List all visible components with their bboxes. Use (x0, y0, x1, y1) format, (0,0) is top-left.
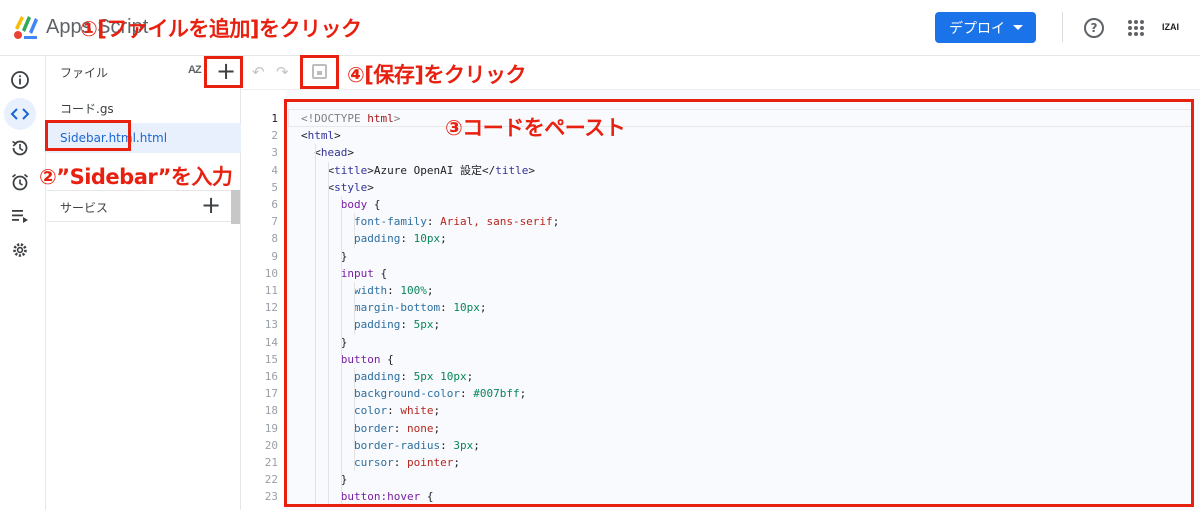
annotation-box-filename (45, 120, 131, 151)
redo-icon[interactable]: ↷ (276, 63, 289, 81)
annotation-box-save (300, 55, 339, 89)
rail-item-executions[interactable] (4, 200, 36, 232)
line-number-gutter: 1 2 3 4 5 6 7 8 9 10 11 12 13 14 15 16 17 18 19 20 21 22 23 (242, 90, 286, 510)
annotation-box-add-file (204, 56, 243, 88)
line-number: 4 (271, 163, 278, 177)
alarm-icon (11, 173, 29, 191)
file-item-label: コード.gs (60, 101, 114, 116)
deploy-button-label: デプロイ (949, 20, 1005, 37)
rail-item-history[interactable] (4, 132, 36, 164)
history-icon (12, 140, 28, 156)
chevron-down-icon (1013, 25, 1023, 30)
left-rail (0, 56, 46, 510)
annotation-step3: ③コードをペースト (445, 116, 626, 140)
annotation-step2: ②”Sidebar”を入力 (39, 165, 233, 189)
line-number: 16 (264, 370, 278, 383)
line-number: 7 (271, 215, 278, 229)
line-number: 8 (271, 232, 278, 246)
line-number: 21 (264, 456, 278, 469)
rail-item-overview[interactable] (4, 64, 36, 96)
account-badge[interactable]: IZAI (1162, 22, 1179, 32)
line-number: 6 (271, 198, 278, 211)
line-number: 9 (271, 249, 278, 263)
rail-item-triggers[interactable] (4, 166, 36, 198)
line-number: 19 (264, 421, 278, 435)
line-number: 12 (264, 301, 278, 315)
files-scrollbar[interactable] (231, 190, 240, 224)
apps-grid-icon[interactable] (1128, 20, 1144, 36)
apps-script-logo-icon (14, 16, 38, 39)
file-item-code-gs[interactable]: コード.gs (47, 93, 241, 123)
services-section: サービス + (47, 190, 241, 222)
annotation-step1: ①[ファイルを追加]をクリック (80, 17, 362, 41)
line-number: 1 (271, 112, 278, 125)
services-title: サービス (60, 201, 109, 215)
rail-item-editor[interactable] (4, 98, 36, 130)
line-number: 11 (264, 284, 278, 297)
line-number: 22 (264, 473, 278, 487)
annotation-box-code (284, 99, 1194, 507)
line-number: 5 (271, 180, 278, 194)
annotation-step4: ④[保存]をクリック (347, 63, 526, 87)
info-icon (11, 71, 29, 89)
rail-item-settings[interactable] (4, 234, 36, 266)
line-number: 15 (264, 352, 278, 366)
help-icon[interactable]: ? (1084, 18, 1104, 38)
add-service-button[interactable]: + (199, 193, 223, 219)
line-number: 17 (264, 387, 278, 401)
deploy-button[interactable]: デプロイ (935, 12, 1036, 43)
line-number: 18 (264, 404, 278, 418)
line-number: 23 (264, 490, 278, 504)
code-icon (10, 108, 30, 120)
settings-icon (13, 243, 27, 257)
executions-icon (12, 210, 28, 223)
line-number: 3 (271, 146, 278, 160)
files-title: ファイル (60, 66, 109, 80)
line-number: 13 (264, 318, 278, 332)
line-number: 14 (264, 335, 278, 349)
undo-icon[interactable]: ↶ (252, 63, 265, 81)
line-number: 2 (271, 129, 278, 143)
toolbar-divider (1062, 12, 1063, 42)
sort-az-icon[interactable]: AZ (188, 64, 202, 76)
line-number: 20 (264, 438, 278, 452)
line-number: 10 (264, 266, 278, 280)
